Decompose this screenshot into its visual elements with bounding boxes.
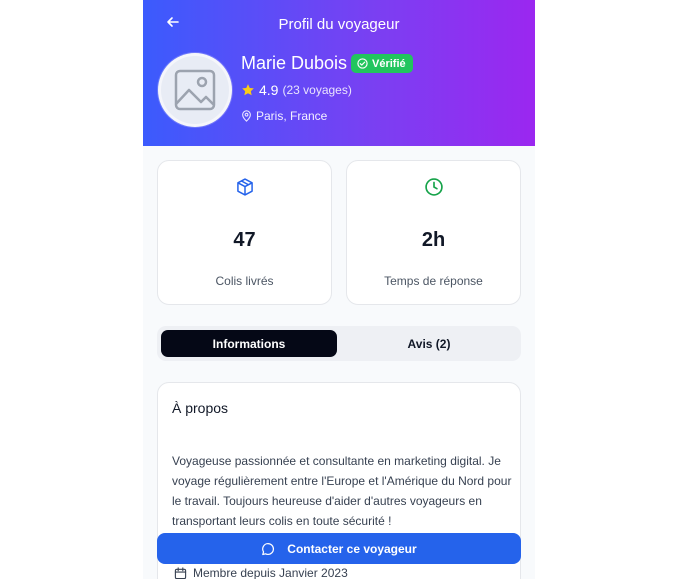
rating: 4.9 (23 voyages) — [241, 82, 352, 98]
traveler-name: Marie Dubois — [241, 53, 348, 73]
clock-icon — [424, 178, 443, 196]
contact-button-label: Contacter ce voyageur — [287, 541, 417, 556]
page-title: Profil du voyageur — [278, 16, 400, 33]
member-since-text: Membre depuis Janvier 2023 — [193, 566, 348, 579]
verified-label: Vérifié — [372, 57, 406, 70]
stat-card-packages: 47 Colis livrés — [157, 160, 332, 305]
image-placeholder-icon — [174, 69, 216, 111]
phone-screen: Profil du voyageur Marie Dubois Vérifié … — [143, 0, 535, 579]
map-pin-icon — [242, 110, 251, 122]
verified-badge: Vérifié — [351, 54, 413, 73]
rating-value: 4.9 — [259, 82, 279, 98]
calendar-icon — [174, 566, 187, 579]
about-title: À propos — [172, 400, 229, 416]
stat-label-response-time: Temps de réponse — [384, 274, 483, 288]
stat-card-response-time: 2h Temps de réponse — [346, 160, 521, 305]
stat-label-packages: Colis livrés — [215, 274, 274, 288]
stat-value-packages: 47 — [233, 229, 256, 251]
about-text: Voyageuse passionnée et consultante en m… — [172, 454, 512, 528]
location-text: Paris, France — [256, 109, 328, 123]
avatar — [158, 53, 232, 127]
member-since: Membre depuis Janvier 2023 — [174, 566, 348, 579]
check-circle-icon — [357, 58, 368, 69]
star-icon — [242, 84, 254, 96]
tab-informations[interactable]: Informations — [161, 330, 337, 357]
profile-header: Profil du voyageur Marie Dubois Vérifié … — [143, 0, 535, 146]
contact-traveler-button[interactable]: Contacter ce voyageur — [157, 533, 521, 564]
message-circle-icon — [262, 542, 275, 555]
location: Paris, France — [241, 109, 327, 123]
rating-count: (23 voyages) — [282, 83, 352, 97]
tab-reviews[interactable]: Avis (2) — [341, 330, 517, 357]
stat-value-response-time: 2h — [421, 229, 446, 251]
tab-bar: Informations Avis (2) — [157, 326, 521, 361]
package-icon — [236, 178, 253, 196]
